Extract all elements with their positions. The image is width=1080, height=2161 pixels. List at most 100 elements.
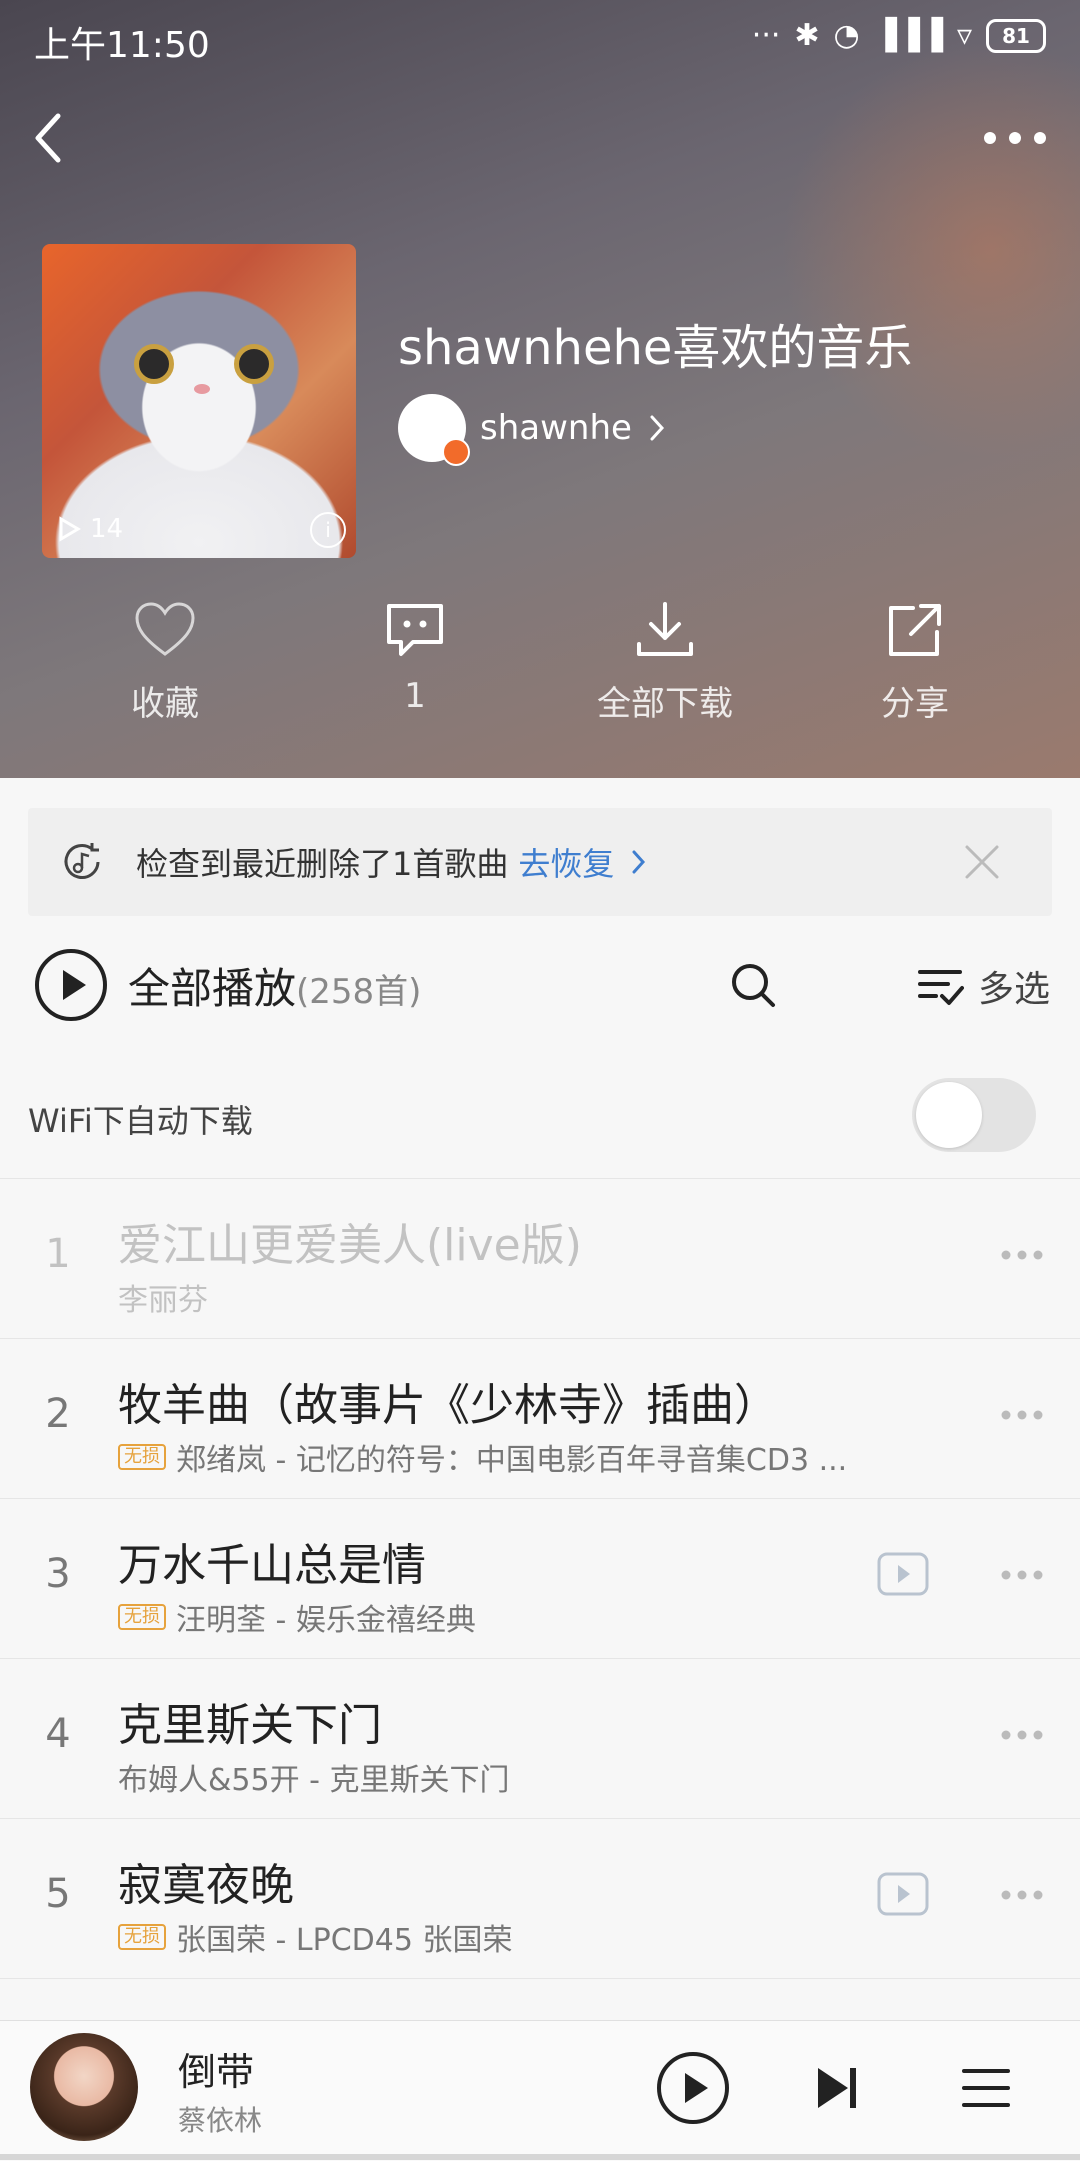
song-artist-album: 张国荣 - LPCD45 张国荣: [176, 1923, 513, 1958]
song-more-icon[interactable]: [1000, 1409, 1044, 1421]
multi-select-icon: [917, 970, 964, 1005]
song-more-icon[interactable]: [1000, 1889, 1044, 1901]
close-icon[interactable]: [964, 844, 1000, 880]
song-artist-album: 汪明荃 - 娱乐金禧经典: [176, 1603, 476, 1638]
next-track-icon[interactable]: [812, 2063, 862, 2113]
song-row[interactable]: 1 爱江山更爱美人(live版) 李丽芬: [0, 1179, 1080, 1339]
comment-icon: [387, 604, 443, 656]
song-row[interactable]: 2 牧羊曲（故事片《少林寺》插曲） 无损 郑绪岚 - 记忆的符号：中国电影百年寻音集C…: [0, 1339, 1080, 1499]
song-title: 万水千山总是情: [118, 1540, 426, 1591]
collect-label: 收藏: [131, 684, 199, 724]
wifi-auto-download-toggle[interactable]: [912, 1078, 1036, 1152]
song-row[interactable]: 5 寂寞夜晚 无损 张国荣 - LPCD45 张国荣: [0, 1819, 1080, 1979]
restore-notice: 检查到最近删除了1首歌曲 去恢复: [28, 808, 1052, 916]
status-bar: 上午11:50 ··· ✱ ◔ ▐▐▐ ▿ 81: [0, 0, 1080, 80]
collect-button[interactable]: 收藏: [40, 600, 290, 725]
cover-cat-eye: [234, 344, 274, 384]
playlist-queue-icon[interactable]: [962, 2065, 1010, 2111]
song-subtitle: 无损 汪明荃 - 娱乐金禧经典: [118, 1595, 476, 1639]
now-playing-cover[interactable]: [30, 2033, 138, 2141]
share-icon: [889, 604, 941, 656]
restore-link[interactable]: 去恢复: [518, 839, 614, 885]
share-label: 分享: [881, 684, 949, 724]
cover-cat-eye: [134, 344, 174, 384]
share-button[interactable]: 分享: [790, 600, 1040, 725]
play-count-value: 14: [90, 514, 124, 544]
multi-select-label: 多选: [977, 969, 1050, 1010]
owner-avatar[interactable]: [398, 394, 470, 466]
song-title: 牧羊曲（故事片《少林寺》插曲）: [118, 1380, 778, 1431]
download-all-label: 全部下载: [597, 684, 733, 724]
song-subtitle: 李丽芬: [118, 1275, 208, 1319]
song-index: 1: [45, 1231, 71, 1277]
song-title: 爱江山更爱美人(live版): [118, 1220, 582, 1271]
alarm-icon: ◔: [833, 18, 860, 53]
song-list: 1 爱江山更爱美人(live版) 李丽芬 2 牧羊曲（故事片《少林寺》插曲） 无损 郑绪岚 …: [0, 1179, 1080, 1979]
song-subtitle: 无损 郑绪岚 - 记忆的符号：中国电影百年寻音集CD3 ...: [118, 1435, 847, 1479]
now-playing-title: 倒带: [178, 2050, 255, 2094]
lossless-badge: 无损: [118, 1924, 166, 1950]
restore-notice-text: 检查到最近删除了1首歌曲: [136, 845, 509, 883]
song-artist-album: 郑绪岚 - 记忆的符号：中国电影百年寻音集CD3 ...: [176, 1443, 848, 1478]
chevron-right-icon: [650, 415, 664, 441]
song-subtitle: 无损 张国荣 - LPCD45 张国荣: [118, 1915, 512, 1959]
wifi-auto-download-row: WiFi下自动下载: [0, 1070, 1080, 1179]
song-count: (258首): [296, 971, 422, 1012]
song-row[interactable]: 3 万水千山总是情 无损 汪明荃 - 娱乐金禧经典: [0, 1499, 1080, 1659]
navigation-bar: [0, 2154, 1080, 2160]
chevron-right-icon: [632, 850, 646, 874]
song-artist-album: 布姆人&55开 - 克里斯关下门: [118, 1763, 510, 1798]
info-icon[interactable]: i: [310, 512, 346, 548]
owner-name[interactable]: shawnhe: [480, 408, 632, 448]
cover-play-count: 14: [56, 514, 123, 544]
multi-select-button[interactable]: 多选: [917, 960, 1050, 1012]
song-index: 2: [45, 1391, 71, 1437]
play-icon[interactable]: [656, 2051, 730, 2125]
wifi-auto-download-label: WiFi下自动下载: [28, 1102, 253, 1140]
play-all-bar: 全部播放(258首) 多选: [0, 940, 1080, 1030]
play-all-button[interactable]: 全部播放(258首): [128, 955, 421, 1016]
battery-icon: 81: [986, 18, 1046, 53]
song-index: 5: [45, 1871, 71, 1917]
download-all-button[interactable]: 全部下载: [540, 600, 790, 725]
song-artist-album: 李丽芬: [118, 1283, 208, 1318]
playlist-owner[interactable]: shawnhe: [398, 394, 668, 466]
song-more-icon[interactable]: [1000, 1569, 1044, 1581]
wifi-icon: ▿: [956, 18, 972, 53]
playlist-cover[interactable]: 14 i: [42, 244, 356, 558]
song-subtitle: 布姆人&55开 - 克里斯关下门: [118, 1755, 509, 1799]
playlist-actions: 收藏 1 全部下载 分享: [0, 600, 1080, 725]
status-icons: ··· ✱ ◔ ▐▐▐ ▿ 81: [752, 18, 1046, 53]
playlist-header: 上午11:50 ··· ✱ ◔ ▐▐▐ ▿ 81 14 i shawnhehe喜…: [0, 0, 1080, 778]
mv-play-icon[interactable]: [876, 1551, 930, 1597]
back-icon[interactable]: [22, 108, 82, 168]
song-index: 4: [45, 1711, 71, 1757]
search-icon[interactable]: [728, 960, 778, 1010]
song-more-icon[interactable]: [1000, 1249, 1044, 1261]
toggle-knob: [916, 1082, 982, 1148]
more-status-icon: ···: [751, 18, 781, 53]
playlist-title: shawnhehe喜欢的音乐: [398, 320, 913, 376]
cover-cat-nose: [194, 384, 210, 394]
play-all-label: 全部播放: [128, 963, 297, 1013]
play-all-icon[interactable]: [34, 948, 108, 1022]
mini-player[interactable]: 倒带 蔡依林: [0, 2020, 1080, 2161]
download-icon: [637, 602, 693, 656]
status-time: 上午11:50: [34, 25, 210, 66]
comment-count: 1: [404, 676, 426, 716]
now-playing-artist: 蔡依林: [178, 2104, 263, 2137]
signal-icon: ▐▐▐: [873, 18, 943, 53]
play-count-icon: [59, 516, 81, 542]
song-index: 3: [45, 1551, 71, 1597]
lossless-badge: 无损: [118, 1444, 166, 1470]
mv-play-icon[interactable]: [876, 1871, 930, 1917]
song-row[interactable]: 4 克里斯关下门布姆人&55开 - 克里斯关下门: [0, 1659, 1080, 1819]
bluetooth-icon: ✱: [794, 18, 820, 53]
vip-badge-icon: [442, 438, 470, 466]
comment-button[interactable]: 1: [290, 600, 540, 725]
more-menu-icon[interactable]: [980, 118, 1050, 158]
song-title: 克里斯关下门: [118, 1700, 382, 1751]
song-more-icon[interactable]: [1000, 1729, 1044, 1741]
music-restore-icon: [64, 843, 100, 879]
lossless-badge: 无损: [118, 1604, 166, 1630]
